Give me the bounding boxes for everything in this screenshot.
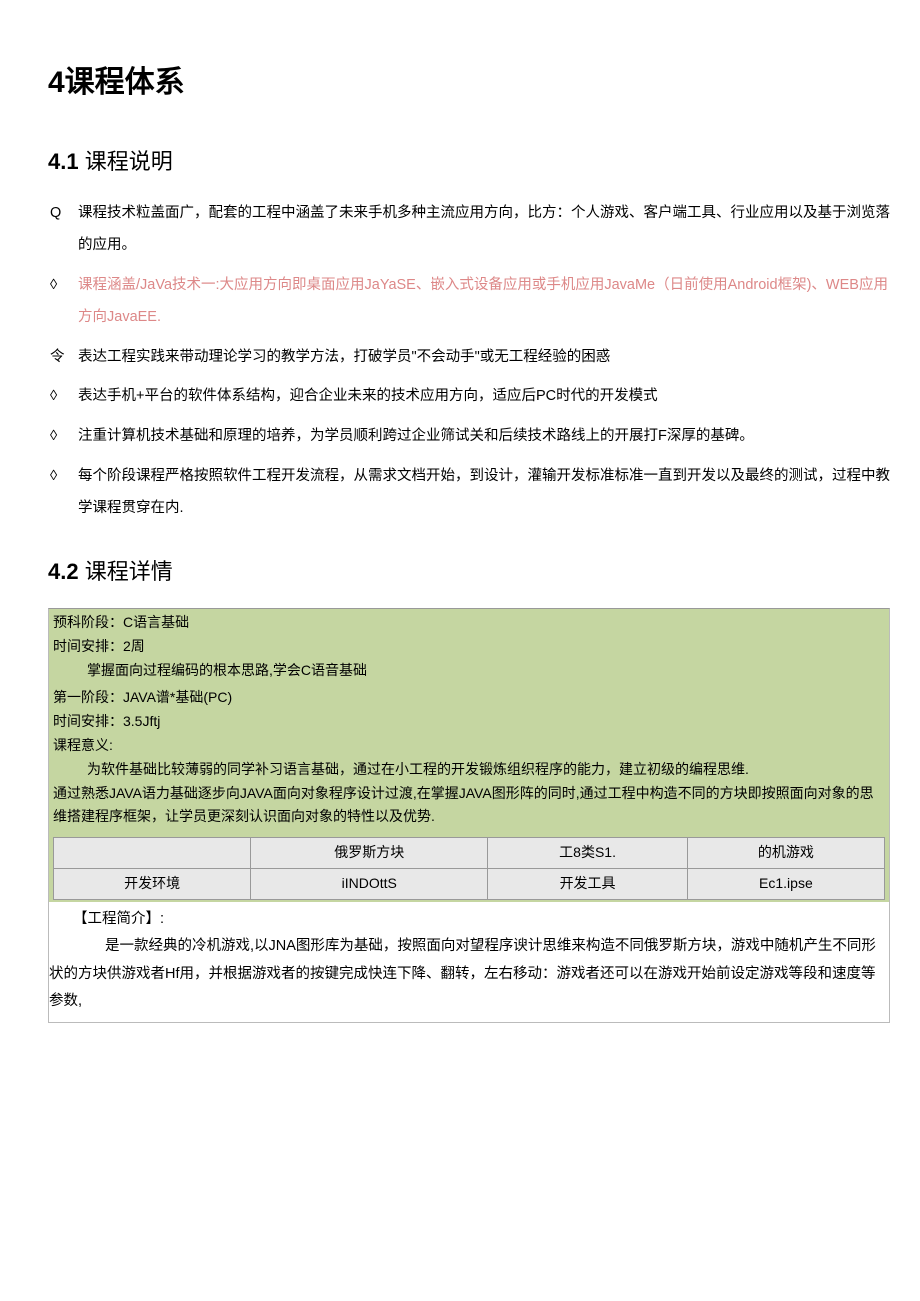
subsection-4-2: 4.2 课程详情	[48, 555, 890, 588]
stage-1-box: 第一阶段：JAVA谱*基础(PC) 时间安排：3.5Jftj 课程意义: 为软件…	[48, 684, 890, 901]
bullet-item: ◊ 每个阶段课程严格按照软件工程开发流程，从需求文档开始，到设计，灌输开发标准标…	[48, 461, 890, 525]
stage-time: 时间安排：2周	[53, 635, 885, 659]
stage-meaning-label: 课程意义:	[53, 734, 885, 758]
stage-time: 时间安排：3.5Jftj	[53, 710, 885, 734]
section-title: 4课程体系	[48, 60, 890, 105]
table-cell: 工8类S1.	[488, 838, 687, 869]
table-cell: 开发工具	[488, 868, 687, 899]
stage-prep-box: 预科阶段：C语言基础 时间安排：2周 掌握面向过程编码的根本思路,学会C语音基础	[48, 608, 890, 684]
diamond-icon: ◊	[48, 381, 78, 413]
project-intro-label: 【工程简介】:	[49, 906, 889, 934]
bullet-item: 令 表达工程实践来带动理论学习的教学方法，打破学员"不会动手"或无工程经验的困惑	[48, 342, 890, 374]
project-intro-body: 是一款经典的冷机游戏,以JNA图形库为基础，按照面向对望程序谀计思维来构造不同俄…	[49, 933, 889, 1016]
diamond-icon: ◊	[48, 270, 78, 302]
bullet-text: 课程技术粒盖面广，配套的工程中涵盖了未来手机多种主流应用方向，比方：个人游戏、客…	[78, 198, 890, 262]
bullet-text: 课程涵盖/JaVa技术一:大应用方向即桌面应用JaYaSE、嵌入式设备应用或手机…	[78, 270, 890, 334]
project-description: 【工程简介】: 是一款经典的冷机游戏,以JNA图形库为基础，按照面向对望程序谀计…	[48, 902, 890, 1023]
subsection-text: 课程详情	[85, 559, 173, 584]
table-cell: Ec1.ipse	[687, 868, 884, 899]
table-cell	[54, 838, 251, 869]
bullet-item: ◊ 课程涵盖/JaVa技术一:大应用方向即桌面应用JaYaSE、嵌入式设备应用或…	[48, 270, 890, 334]
table-row: 开发环境 iINDOttS 开发工具 Ec1.ipse	[54, 868, 885, 899]
stage-meaning-text2: 通过熟悉JAVA语力基础逐步向JAVA面向对象程序设计过渡,在掌握JAVA图形阵…	[53, 782, 885, 830]
stage-title: 预科阶段：C语言基础	[53, 611, 885, 635]
bullet-text: 表达手机+平台的软件体系结构，迎合企业未来的技术应用方向，适应后PC时代的开发模…	[78, 381, 890, 413]
subsection-text: 课程说明	[85, 149, 173, 174]
bullet-symbol: Q	[48, 198, 78, 230]
stage-meaning-text: 为软件基础比较薄弱的同学补习语言基础，通过在小工程的开发锻炼组织程序的能力，建立…	[53, 758, 885, 782]
bullet-symbol: 令	[48, 342, 78, 374]
bullet-item: ◊ 表达手机+平台的软件体系结构，迎合企业未来的技术应用方向，适应后PC时代的开…	[48, 381, 890, 413]
course-detail-box: 预科阶段：C语言基础 时间安排：2周 掌握面向过程编码的根本思路,学会C语音基础…	[48, 608, 890, 1023]
table-cell: iINDOttS	[251, 868, 488, 899]
diamond-icon: ◊	[48, 461, 78, 493]
table-cell: 开发环境	[54, 868, 251, 899]
table-row: 俄罗斯方块 工8类S1. 的机游戏	[54, 838, 885, 869]
subsection-4-1: 4.1 课程说明	[48, 145, 890, 178]
bullet-item: Q 课程技术粒盖面广，配套的工程中涵盖了未来手机多种主流应用方向，比方：个人游戏…	[48, 198, 890, 262]
stage-meaning-text-inner: 为软件基础比较薄弱的同学补习语言基础，通过在小工程的开发锻炼组织程序的能力，建立…	[87, 761, 749, 777]
bullet-text: 注重计算机技术基础和原理的培养，为学员顺利跨过企业筛试关和后续技术路线上的开展打…	[78, 421, 890, 453]
project-table: 俄罗斯方块 工8类S1. 的机游戏 开发环境 iINDOttS 开发工具 Ec1…	[53, 837, 885, 900]
project-intro-body-text: 是一款经典的冷机游戏,以JNA图形库为基础，按照面向对望程序谀计思维来构造不同俄…	[49, 938, 876, 1009]
diamond-icon: ◊	[48, 421, 78, 453]
stage-title: 第一阶段：JAVA谱*基础(PC)	[53, 686, 885, 710]
subsection-number: 4.2	[48, 559, 79, 584]
course-description-list: Q 课程技术粒盖面广，配套的工程中涵盖了未来手机多种主流应用方向，比方：个人游戏…	[48, 198, 890, 525]
table-cell: 俄罗斯方块	[251, 838, 488, 869]
bullet-item: ◊ 注重计算机技术基础和原理的培养，为学员顺利跨过企业筛试关和后续技术路线上的开…	[48, 421, 890, 453]
table-cell: 的机游戏	[687, 838, 884, 869]
bullet-text: 每个阶段课程严格按照软件工程开发流程，从需求文档开始，到设计，灌输开发标准标准一…	[78, 461, 890, 525]
bullet-text: 表达工程实践来带动理论学习的教学方法，打破学员"不会动手"或无工程经验的困惑	[78, 342, 890, 374]
stage-goal: 掌握面向过程编码的根本思路,学会C语音基础	[53, 659, 885, 683]
subsection-number: 4.1	[48, 149, 79, 174]
